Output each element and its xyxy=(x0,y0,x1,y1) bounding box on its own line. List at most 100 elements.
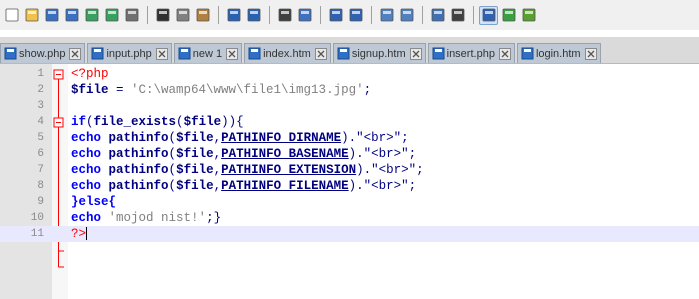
code-editor[interactable]: 1 <?php 2 $file = 'C:\wamp64\www\file1\i… xyxy=(0,64,699,299)
keyword: echo xyxy=(71,131,102,145)
variable: $file xyxy=(176,147,214,161)
keyword: echo xyxy=(71,179,102,193)
toolbar-separator xyxy=(371,6,372,24)
operator: ( xyxy=(86,115,94,129)
tab-insert-php[interactable]: insert.php xyxy=(427,43,515,63)
php-open-tag: <?php xyxy=(71,67,109,81)
sync-horizontal-icon[interactable] xyxy=(397,6,416,25)
save-icon xyxy=(178,47,191,60)
line-number: 3 xyxy=(37,100,44,112)
tab-index-htm[interactable]: index.htm xyxy=(244,43,331,63)
constant: PATHINFO_DIRNAME xyxy=(221,131,342,145)
operator: ; xyxy=(363,83,372,97)
find-icon[interactable] xyxy=(275,6,294,25)
sync-vertical-icon[interactable] xyxy=(377,6,396,25)
close-icon[interactable] xyxy=(226,47,239,60)
close-icon[interactable] xyxy=(82,6,101,25)
code-line[interactable]: 9 }else{ xyxy=(0,194,699,210)
tab-show-php[interactable]: show.php xyxy=(0,43,86,63)
code-line[interactable]: 4 if(file_exists($file)){ xyxy=(0,114,699,130)
variable: $file xyxy=(176,163,214,177)
code-line[interactable]: 2 $file = 'C:\wamp64\www\file1\img13.jpg… xyxy=(0,82,699,98)
string-literal: )."<br>"; xyxy=(341,131,409,145)
save-icon[interactable] xyxy=(42,6,61,25)
new-file-icon[interactable] xyxy=(2,6,21,25)
zoom-in-icon[interactable] xyxy=(326,6,345,25)
toolbar-separator xyxy=(147,6,148,24)
paste-icon[interactable] xyxy=(193,6,212,25)
save-icon xyxy=(521,47,534,60)
operator: ( xyxy=(168,131,177,145)
cut-icon[interactable] xyxy=(153,6,172,25)
close-icon[interactable] xyxy=(409,47,422,60)
code-line[interactable]: 10 echo 'mojod nist!';} xyxy=(0,210,699,226)
print-icon[interactable] xyxy=(122,6,141,25)
show-all-characters-icon[interactable] xyxy=(448,6,467,25)
function-name: file_exists xyxy=(93,115,177,129)
toolbar xyxy=(0,0,699,30)
line-number: 2 xyxy=(37,84,44,96)
line-number: 11 xyxy=(30,228,44,240)
operator: ;} xyxy=(206,211,222,225)
save-icon xyxy=(432,47,445,60)
toolbar-separator xyxy=(218,6,219,24)
variable: $file xyxy=(176,131,214,145)
code-line[interactable]: 7 echo pathinfo($file,PATHINFO_EXTENSION… xyxy=(0,162,699,178)
copy-icon[interactable] xyxy=(173,6,192,25)
tab-bar: show.php input.php new 1 index.htm signup.ht… xyxy=(0,37,699,64)
line-number: 7 xyxy=(37,164,44,176)
indent-guide-icon[interactable] xyxy=(479,5,498,25)
constant: PATHINFO_BASENAME xyxy=(221,147,349,161)
variable: $file xyxy=(183,115,222,129)
line-number: 1 xyxy=(37,68,44,80)
operator: ( xyxy=(168,147,177,161)
code-line[interactable]: 6 echo pathinfo($file,PATHINFO_BASENAME)… xyxy=(0,146,699,162)
current-code-line[interactable]: 11 ?> xyxy=(0,226,699,242)
save-icon xyxy=(4,47,17,60)
close-icon[interactable] xyxy=(69,47,82,60)
line-number: 9 xyxy=(37,196,44,208)
line-number: 6 xyxy=(37,148,44,160)
zoom-out-icon[interactable] xyxy=(346,6,365,25)
function-name: pathinfo xyxy=(108,147,169,161)
string-literal: 'C:\wamp64\www\file1\img13.jpg' xyxy=(131,83,364,97)
close-icon[interactable] xyxy=(584,47,597,60)
close-icon[interactable] xyxy=(314,47,327,60)
code-line[interactable]: 8 echo pathinfo($file,PATHINFO_FILENAME)… xyxy=(0,178,699,194)
code-line[interactable]: 5 echo pathinfo($file,PATHINFO_DIRNAME).… xyxy=(0,130,699,146)
tab-label: show.php xyxy=(19,47,66,60)
user-defined-language-icon[interactable] xyxy=(499,6,518,25)
save-all-icon[interactable] xyxy=(62,6,81,25)
code-line[interactable]: 1 <?php xyxy=(0,66,699,82)
save-icon xyxy=(248,47,261,60)
string-literal: )."<br>"; xyxy=(348,179,417,193)
string-literal: 'mojod nist!' xyxy=(108,211,207,225)
word-wrap-icon[interactable] xyxy=(428,6,447,25)
tab-label: login.htm xyxy=(535,47,581,60)
tab-input-php[interactable]: input.php xyxy=(87,43,172,63)
redo-icon[interactable] xyxy=(244,6,263,25)
operator: ( xyxy=(168,179,177,193)
tab-login-htm[interactable]: login.htm xyxy=(516,43,601,63)
close-icon[interactable] xyxy=(498,47,511,60)
tab-signup-htm[interactable]: signup.htm xyxy=(332,43,426,63)
string-literal: )."<br>"; xyxy=(356,163,424,177)
close-icon[interactable] xyxy=(155,47,168,60)
open-file-icon[interactable] xyxy=(22,6,41,25)
operator: , xyxy=(213,163,222,177)
string-literal: )."<br>"; xyxy=(348,147,417,161)
document-map-icon[interactable] xyxy=(519,6,538,25)
keyword: echo xyxy=(71,147,102,161)
tab-label: input.php xyxy=(106,47,152,60)
tab-new-1[interactable]: new 1 xyxy=(173,43,243,63)
keyword: }else{ xyxy=(71,195,117,209)
close-all-icon[interactable] xyxy=(102,6,121,25)
function-name: pathinfo xyxy=(108,131,169,145)
operator: , xyxy=(213,179,222,193)
operator: )){ xyxy=(221,115,244,129)
keyword: echo xyxy=(71,211,102,225)
code-line[interactable]: 3 xyxy=(0,98,699,114)
toolbar-separator xyxy=(269,6,270,24)
undo-icon[interactable] xyxy=(224,6,243,25)
replace-icon[interactable] xyxy=(295,6,314,25)
